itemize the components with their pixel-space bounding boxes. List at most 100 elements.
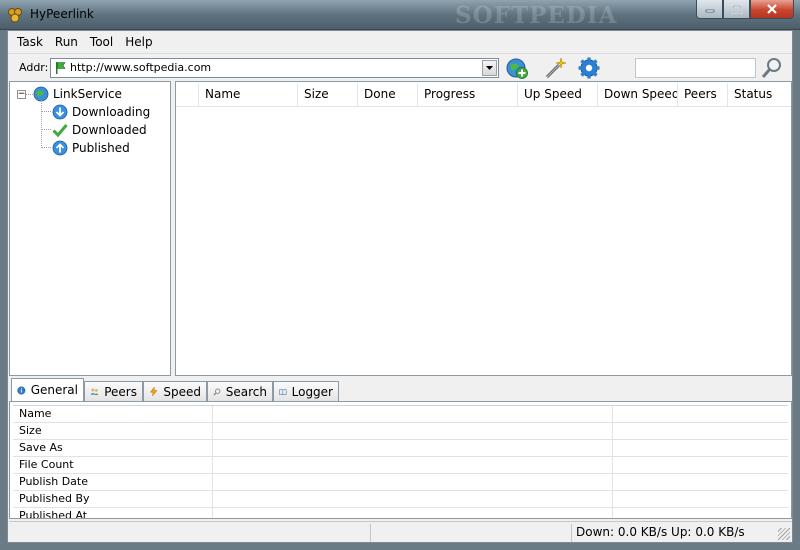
column-header-name[interactable]: Name <box>199 83 298 106</box>
tree-item-label: Published <box>72 141 130 155</box>
property-row: Name <box>13 406 788 423</box>
tab-label: Peers <box>104 384 137 399</box>
property-name: Published By <box>13 491 213 508</box>
address-combobox[interactable]: http://www.softpedia.com <box>50 58 499 78</box>
tree-connector <box>41 129 51 130</box>
add-link-icon[interactable] <box>505 56 529 80</box>
minimize-icon <box>705 9 714 13</box>
tree-panel: − LinkService Downloading Downloaded Pub… <box>9 81 171 376</box>
main-window: Task Run Tool Help Addr: http://www.soft… <box>7 30 793 543</box>
tree-item-label: LinkService <box>53 87 122 101</box>
tree-connector <box>41 147 51 148</box>
tab-general[interactable]: General <box>11 378 84 401</box>
property-value <box>213 491 613 508</box>
maximize-button[interactable] <box>723 0 750 19</box>
menu-task[interactable]: Task <box>11 32 49 52</box>
menu-tool[interactable]: Tool <box>84 32 119 52</box>
tree-connector <box>41 100 42 148</box>
column-header-status[interactable]: Status <box>728 83 791 106</box>
lightning-icon <box>149 386 158 397</box>
status-bar: Down: 0.0 KB/s Up: 0.0 KB/s <box>9 521 792 542</box>
column-header-size[interactable]: Size <box>298 83 358 106</box>
magnifier-icon <box>213 388 221 395</box>
tree-item-linkservice[interactable]: LinkService <box>33 85 122 103</box>
tree-collapse-toggle[interactable]: − <box>17 90 26 99</box>
tab-speed[interactable]: Speed <box>143 381 207 401</box>
title-bar[interactable]: HyPeerlink SOFTPEDIA <box>0 0 800 30</box>
tab-peers[interactable]: Peers <box>84 381 143 401</box>
tab-label: Logger <box>291 384 333 399</box>
property-row: Size <box>13 423 788 440</box>
column-header-done[interactable]: Done <box>358 83 418 106</box>
properties-grid: Name Size Save As File Count Publish Dat… <box>13 405 788 518</box>
down-speed-value: 0.0 <box>617 525 637 539</box>
property-row: Published By <box>13 491 788 508</box>
info-icon <box>17 385 26 395</box>
column-header-progress[interactable]: Progress <box>418 83 518 106</box>
tree-item-downloaded[interactable]: Downloaded <box>52 121 147 139</box>
general-details-panel: Name Size Save As File Count Publish Dat… <box>9 401 792 519</box>
up-speed-value: 0.0 <box>695 525 715 539</box>
status-pane-divider <box>571 524 572 542</box>
up-speed-unit: KB/s <box>718 525 745 539</box>
column-header-down-speed[interactable]: Down Speed <box>598 83 678 106</box>
flag-icon <box>56 62 66 74</box>
tree-connector <box>41 111 51 112</box>
down-speed-unit: KB/s <box>640 525 668 539</box>
search-icon[interactable] <box>760 56 784 80</box>
maximize-icon <box>731 4 742 14</box>
close-icon <box>767 4 777 14</box>
tab-logger[interactable]: Logger <box>273 381 339 401</box>
property-name: Name <box>13 406 213 423</box>
property-value <box>213 440 613 457</box>
search-input[interactable] <box>635 58 756 78</box>
property-name: Size <box>13 423 213 440</box>
transfer-speed-status: Down: 0.0 KB/s Up: 0.0 KB/s <box>576 525 745 539</box>
property-name: File Count <box>13 457 213 474</box>
list-header: Name Size Done Progress Up Speed Down Sp… <box>176 83 791 107</box>
column-header-blank[interactable] <box>176 83 199 106</box>
property-row: File Count <box>13 457 788 474</box>
address-dropdown-button[interactable] <box>482 60 497 76</box>
property-value <box>213 508 613 518</box>
details-tabstrip: General Peers Speed Search Logger <box>9 378 792 401</box>
window-controls <box>696 0 794 19</box>
tab-search[interactable]: Search <box>207 381 273 401</box>
up-label: Up: <box>671 525 692 539</box>
property-name: Publish Date <box>13 474 213 491</box>
people-icon <box>90 388 99 395</box>
menu-run[interactable]: Run <box>49 32 84 52</box>
settings-gear-icon[interactable] <box>577 56 601 80</box>
property-name: Save As <box>13 440 213 457</box>
resize-grip[interactable] <box>778 528 790 540</box>
tab-label: Speed <box>163 384 201 399</box>
tree-item-label: Downloading <box>72 105 151 119</box>
tree-item-label: Downloaded <box>72 123 147 137</box>
address-input[interactable]: http://www.softpedia.com <box>70 61 211 74</box>
property-value <box>213 423 613 440</box>
tree-connector <box>26 94 33 95</box>
column-header-up-speed[interactable]: Up Speed <box>518 83 598 106</box>
close-button[interactable] <box>750 0 794 19</box>
property-row: Published At <box>13 508 788 518</box>
property-value <box>213 457 613 474</box>
watermark: SOFTPEDIA <box>455 2 618 29</box>
property-row: Save As <box>13 440 788 457</box>
transfers-list[interactable]: Name Size Done Progress Up Speed Down Sp… <box>175 81 792 376</box>
tree-item-downloading[interactable]: Downloading <box>52 103 150 121</box>
tree-item-published[interactable]: Published <box>52 139 130 157</box>
column-header-peers[interactable]: Peers <box>678 83 728 106</box>
tab-label: General <box>30 383 78 397</box>
property-name: Published At <box>13 508 213 518</box>
checkmark-icon <box>52 124 68 138</box>
book-icon <box>279 388 287 395</box>
property-row: Publish Date <box>13 474 788 491</box>
app-icon <box>8 8 22 23</box>
down-label: Down: <box>576 525 615 539</box>
menu-help[interactable]: Help <box>119 32 158 52</box>
chevron-down-icon <box>486 66 493 70</box>
property-value <box>213 474 613 491</box>
wand-icon[interactable] <box>543 56 567 80</box>
status-pane-divider <box>370 524 371 542</box>
minimize-button[interactable] <box>696 0 723 19</box>
